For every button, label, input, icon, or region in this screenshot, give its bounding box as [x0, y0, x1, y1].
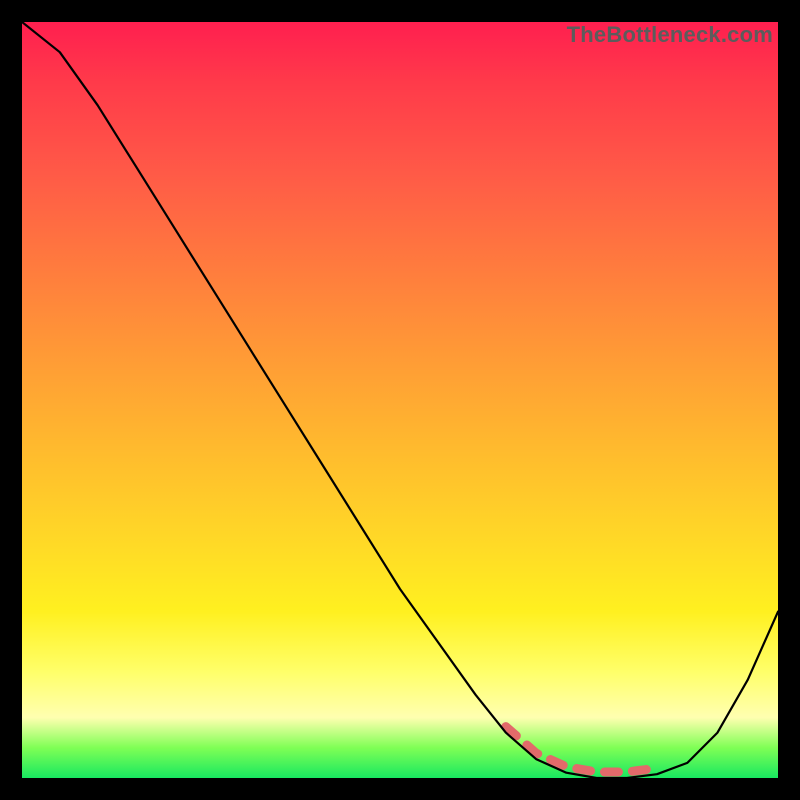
bottleneck-curve — [22, 22, 778, 778]
chart-frame: TheBottleneck.com — [10, 10, 790, 790]
plot-area: TheBottleneck.com — [22, 22, 778, 778]
chart-svg — [22, 22, 778, 778]
highlight-segment — [506, 727, 657, 772]
